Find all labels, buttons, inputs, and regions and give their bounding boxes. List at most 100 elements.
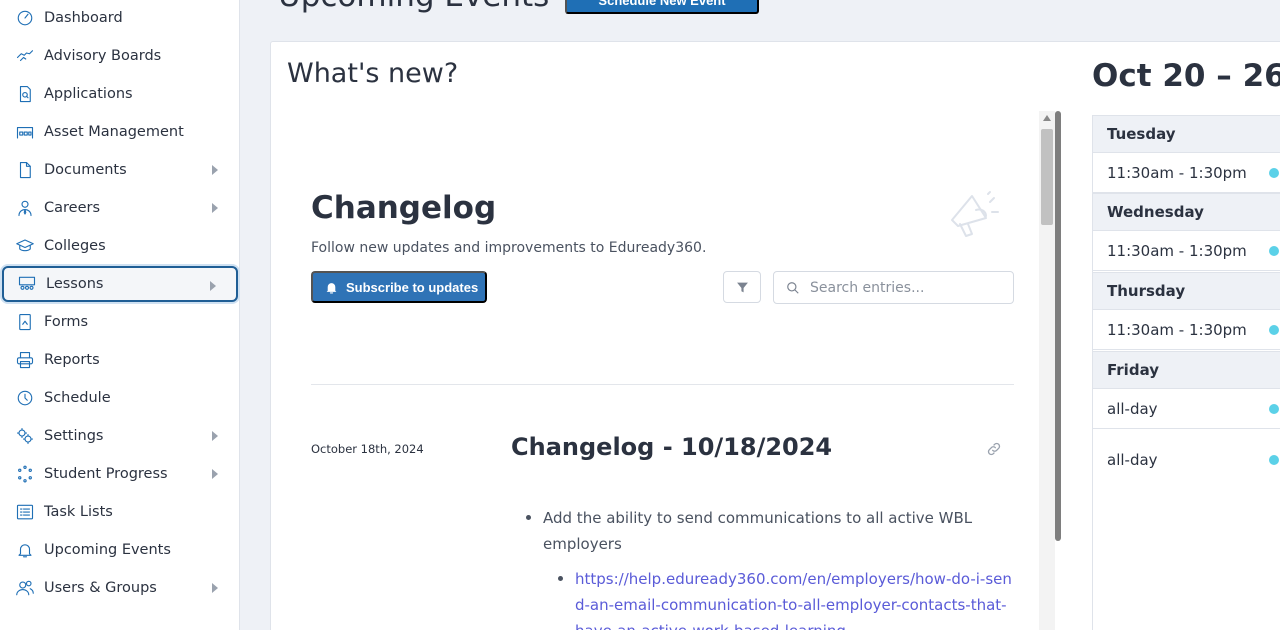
classroom-icon <box>16 273 38 295</box>
bullet-dot <box>558 576 563 581</box>
file-icon <box>14 159 36 181</box>
clock-icon <box>14 387 36 409</box>
schedule-new-event-button[interactable]: Schedule New Event <box>565 0 759 14</box>
entry-bullet: Add the ability to send communications t… <box>543 509 973 553</box>
calendar-event[interactable]: all-day <box>1093 430 1280 490</box>
calendar-day-header: Tuesday <box>1093 115 1280 153</box>
sidebar-item-settings[interactable]: Settings <box>2 418 238 454</box>
sidebar-item-schedule[interactable]: Schedule <box>2 380 238 416</box>
calendar-day-header: Wednesday <box>1093 193 1280 231</box>
gauge-icon <box>14 7 36 29</box>
sidebar-item-lessons[interactable]: Lessons <box>2 266 238 302</box>
changelog-title: Changelog <box>311 190 497 226</box>
search-entries-box[interactable] <box>773 271 1014 304</box>
calendar-range-title: Oct 20 – 26, <box>1092 58 1280 94</box>
sidebar-item-reports[interactable]: Reports <box>2 342 238 378</box>
search-input[interactable] <box>810 279 1000 296</box>
chevron-right-icon <box>212 469 218 479</box>
filter-button[interactable] <box>723 271 761 303</box>
sidebar-item-forms[interactable]: Forms <box>2 304 238 340</box>
calendar-day-header: Thursday <box>1093 272 1280 310</box>
megaphone-icon <box>946 190 1000 240</box>
sidebar-item-label: Dashboard <box>44 10 123 26</box>
sidebar-item-label: Task Lists <box>44 504 113 520</box>
sidebar-item-dashboard[interactable]: Dashboard <box>2 0 238 36</box>
scroll-up-arrow-icon[interactable] <box>1043 115 1051 121</box>
entry-date: October 18th, 2024 <box>311 442 424 456</box>
calendar-day-header: Friday <box>1093 351 1280 389</box>
bullet-dot <box>526 515 531 520</box>
printer-icon <box>14 349 36 371</box>
sidebar-item-label: Reports <box>44 352 100 368</box>
sidebar-item-users-groups[interactable]: Users & Groups <box>2 570 238 606</box>
sidebar-item-label: Applications <box>44 86 133 102</box>
sidebar-item-upcoming-events[interactable]: Upcoming Events <box>2 532 238 568</box>
permalink-icon[interactable] <box>986 441 1002 457</box>
calendar-event[interactable]: 11:30am - 1:30pm <box>1093 153 1280 193</box>
sidebar-item-label: Users & Groups <box>44 580 157 596</box>
calendar-event[interactable]: 11:30am - 1:30pm <box>1093 231 1280 271</box>
bell-icon <box>14 539 36 561</box>
help-article-link[interactable]: https://help.eduready360.com/en/employer… <box>575 566 1015 630</box>
sidebar-item-label: Colleges <box>44 238 106 254</box>
entry-title: Changelog - 10/18/2024 <box>511 433 833 461</box>
event-time: all-day <box>1107 399 1158 418</box>
sidebar-item-label: Settings <box>44 428 104 444</box>
event-time: 11:30am - 1:30pm <box>1107 241 1247 260</box>
event-dot <box>1269 324 1279 335</box>
gears-icon <box>14 425 36 447</box>
sidebar-item-advisory-boards[interactable]: Advisory Boards <box>2 38 238 74</box>
sidebar-item-label: Student Progress <box>44 466 168 482</box>
calendar-list: Tuesday 11:30am - 1:30pm Wednesday 11:30… <box>1092 115 1280 630</box>
sidebar-item-label: Advisory Boards <box>44 48 162 64</box>
search-icon <box>787 281 799 294</box>
sidebar-item-asset-management[interactable]: Asset Management <box>2 114 238 150</box>
graduation-cap-icon <box>14 235 36 257</box>
changelog-subtitle: Follow new updates and improvements to E… <box>311 240 707 256</box>
calendar-event[interactable]: 11:30am - 1:30pm <box>1093 310 1280 350</box>
divider <box>311 384 1014 385</box>
changelog-scrollbar[interactable] <box>1039 111 1055 630</box>
event-dot <box>1269 167 1279 178</box>
sidebar-item-documents[interactable]: Documents <box>2 152 238 188</box>
spinner-icon <box>14 463 36 485</box>
list-icon <box>14 501 36 523</box>
users-icon <box>14 577 36 599</box>
chevron-right-icon <box>212 203 218 213</box>
panel-resize-handle[interactable] <box>1055 111 1061 541</box>
sidebar-item-label: Asset Management <box>44 124 184 140</box>
whats-new-heading: What's new? <box>287 58 459 89</box>
calendar-event[interactable]: all-day <box>1093 389 1280 429</box>
sidebar: Dashboard Advisory Boards Applications A… <box>0 0 240 630</box>
subscribe-button[interactable]: Subscribe to updates <box>311 271 487 303</box>
chevron-right-icon <box>212 165 218 175</box>
handshake-icon <box>14 45 36 67</box>
event-time: 11:30am - 1:30pm <box>1107 320 1247 339</box>
sidebar-item-label: Schedule <box>44 390 111 406</box>
sidebar-item-label: Careers <box>44 200 101 216</box>
page-title: Upcoming Events <box>278 0 549 14</box>
event-dot <box>1269 403 1279 414</box>
chevron-right-icon <box>210 281 216 291</box>
sidebar-item-student-progress[interactable]: Student Progress <box>2 456 238 492</box>
bell-icon <box>326 282 337 293</box>
warehouse-icon <box>14 121 36 143</box>
sidebar-item-label: Upcoming Events <box>44 542 171 558</box>
event-dot <box>1269 245 1279 256</box>
event-dot <box>1269 455 1279 465</box>
sidebar-item-label: Lessons <box>46 276 104 292</box>
sidebar-item-colleges[interactable]: Colleges <box>2 228 238 264</box>
user-tie-icon <box>14 197 36 219</box>
sidebar-item-task-lists[interactable]: Task Lists <box>2 494 238 530</box>
subscribe-label: Subscribe to updates <box>346 279 479 295</box>
filter-icon <box>736 282 748 292</box>
sidebar-item-careers[interactable]: Careers <box>2 190 238 226</box>
sidebar-item-label: Documents <box>44 162 127 178</box>
event-time: 11:30am - 1:30pm <box>1107 163 1247 182</box>
sidebar-item-label: Forms <box>44 314 89 330</box>
scrollbar-thumb[interactable] <box>1041 129 1053 225</box>
document-search-icon <box>14 83 36 105</box>
chevron-right-icon <box>212 431 218 441</box>
chevron-right-icon <box>212 583 218 593</box>
sidebar-item-applications[interactable]: Applications <box>2 76 238 112</box>
